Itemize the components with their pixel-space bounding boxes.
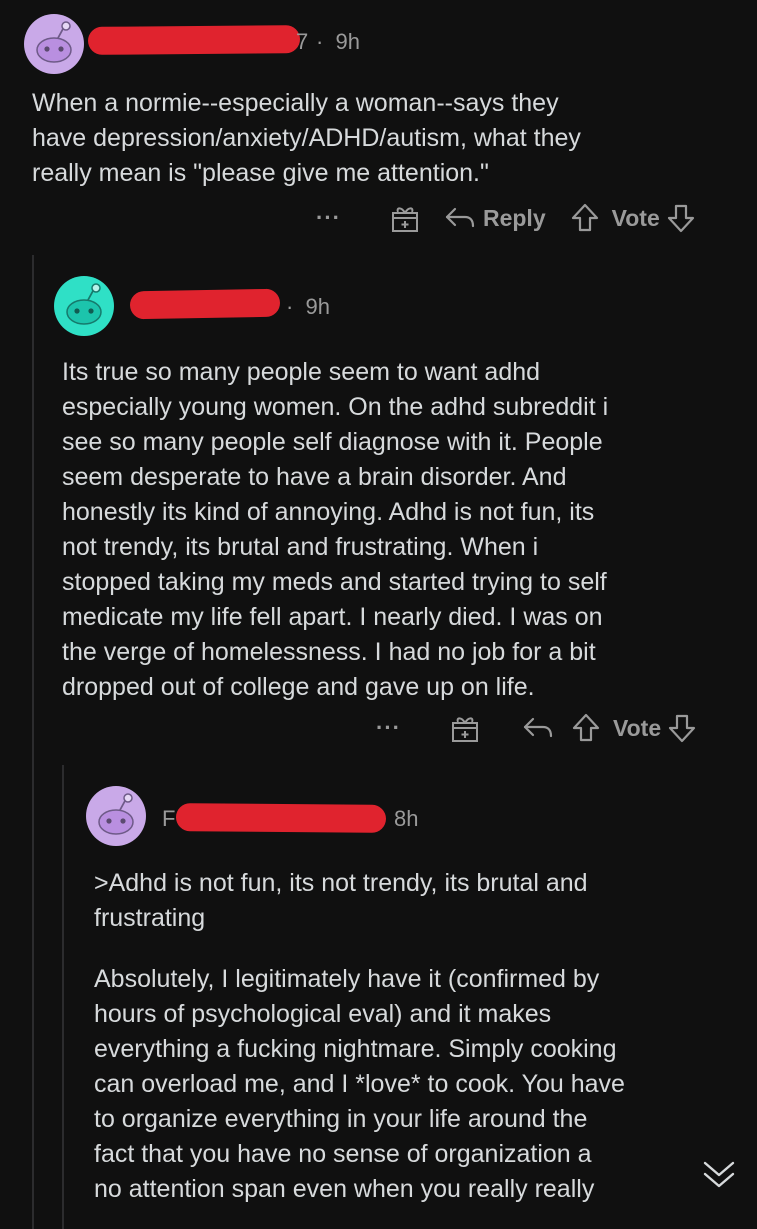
reply-button[interactable]: Reply	[443, 204, 546, 232]
redacted-username	[87, 25, 301, 55]
double-chevron-down-icon	[703, 1161, 735, 1188]
meta-separator: ·	[316, 29, 324, 54]
more-options-button[interactable]: ···	[316, 205, 341, 231]
scroll-down-button[interactable]	[699, 1157, 739, 1193]
award-button[interactable]	[449, 712, 481, 744]
downvote-button[interactable]	[667, 712, 697, 744]
upvote-arrow-icon	[571, 203, 598, 232]
reply-label: Reply	[482, 204, 546, 231]
snoo-avatar-icon	[86, 786, 146, 846]
thread-line-level-2	[62, 765, 64, 1229]
upvote-arrow-icon	[572, 713, 600, 742]
more-options-button[interactable]: ···	[376, 715, 401, 741]
redacted-username	[175, 803, 387, 833]
reply-arrow-icon	[523, 717, 553, 738]
award-gift-icon	[391, 207, 418, 232]
comment-time: · 9h	[316, 29, 360, 55]
comment-body: Its true so many people seem to want adh…	[62, 358, 609, 701]
award-button[interactable]	[389, 202, 421, 234]
comment-actions: ··· Vote	[376, 708, 697, 748]
downvote-arrow-icon	[669, 714, 696, 743]
avatar[interactable]	[86, 786, 146, 846]
downvote-arrow-icon	[667, 204, 694, 233]
comment-actions: ··· Reply Vote	[316, 198, 696, 238]
thread-line-level-1	[32, 255, 34, 1229]
upvote-button[interactable]	[571, 712, 601, 744]
username-fragment: F	[162, 806, 176, 831]
upvote-button[interactable]	[570, 202, 600, 234]
comment-quote: >Adhd is not fun, its not trendy, its br…	[94, 869, 588, 932]
redacted-username	[129, 288, 281, 320]
avatar[interactable]	[54, 276, 114, 336]
reply-arrow-icon	[445, 207, 475, 228]
comment-time: · 9h	[286, 294, 330, 320]
comment-body: When a normie--especially a woman--says …	[32, 89, 581, 187]
timestamp: 8h	[394, 806, 419, 831]
vote-label: Vote	[612, 714, 662, 741]
meta-separator: ·	[286, 294, 294, 319]
timestamp: 9h	[305, 294, 330, 319]
username-tail: 7	[296, 29, 309, 54]
snoo-avatar-icon	[54, 276, 114, 336]
comment-body: Absolutely, I legitimately have it (conf…	[94, 965, 625, 1203]
snoo-avatar-icon	[24, 14, 84, 74]
timestamp: 9h	[335, 29, 360, 54]
avatar[interactable]	[24, 14, 84, 74]
downvote-button[interactable]	[666, 202, 696, 234]
reply-button[interactable]	[521, 714, 555, 742]
vote-label: Vote	[611, 204, 660, 231]
award-gift-icon	[451, 717, 478, 742]
